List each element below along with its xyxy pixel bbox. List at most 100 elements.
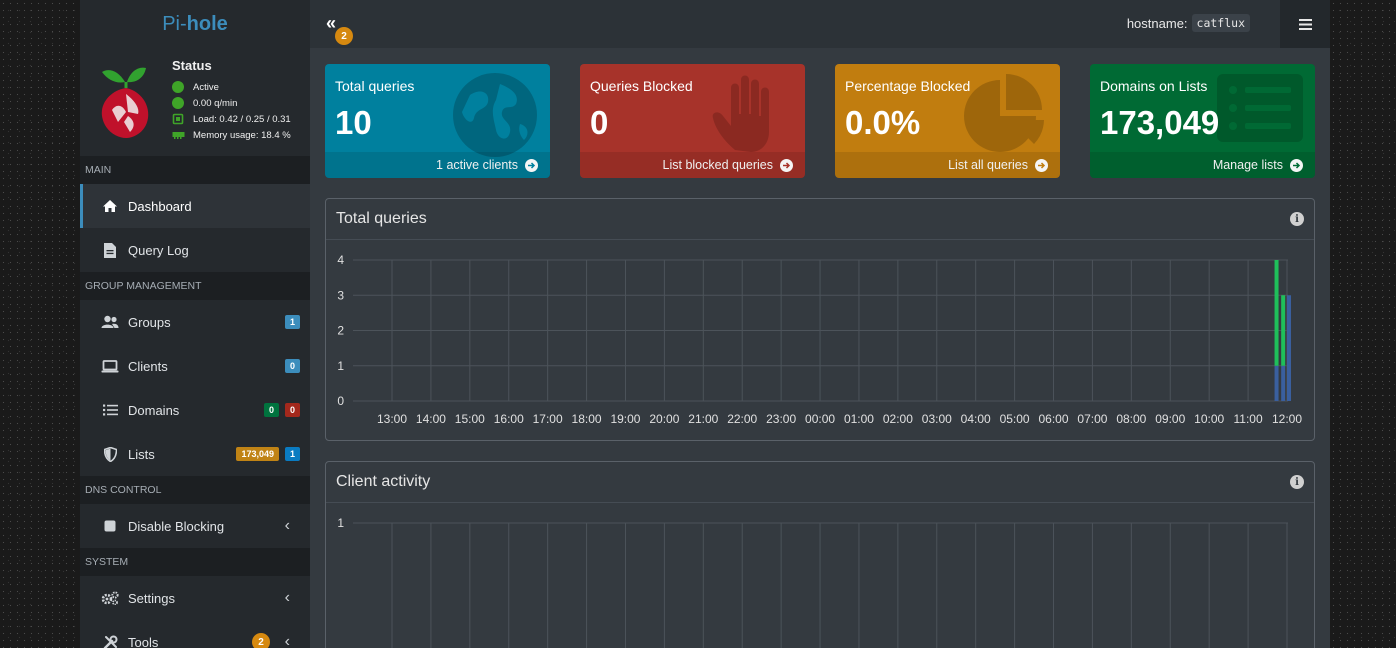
box-footer-label: 1 active clients — [436, 158, 518, 172]
toggle-notification-badge: 2 — [335, 27, 353, 45]
bar-segment — [1274, 365, 1279, 401]
x-tick-label: 20:00 — [649, 412, 679, 426]
sidebar-item-domains[interactable]: Domains 0 0 — [80, 388, 310, 432]
sidebar-item-label: Lists — [128, 446, 155, 462]
x-tick-label: 01:00 — [844, 412, 874, 426]
sidebar-item-dashboard[interactable]: Dashboard — [80, 184, 310, 228]
card-header: Total queries i — [326, 199, 1314, 240]
box-footer-link[interactable]: 1 active clients — [325, 152, 550, 178]
chevron-left-icon: ‹ — [284, 517, 290, 534]
angles-left-icon[interactable]: « — [326, 13, 336, 34]
domains-allow-badge: 0 — [263, 403, 279, 417]
x-tick-label: 08:00 — [1116, 412, 1146, 426]
x-tick-label: 11:00 — [1234, 412, 1263, 426]
status-block: Status Active 0.00 q/min Load: 0.42 / 0.… — [172, 58, 291, 143]
shield-icon — [100, 446, 120, 462]
lists-count-badge: 1 — [284, 447, 300, 461]
x-tick-label: 02:00 — [883, 412, 913, 426]
sidebar-item-query-log[interactable]: Query Log — [80, 228, 310, 272]
stop-icon — [100, 520, 120, 532]
sidebar-item-tools[interactable]: Tools 2 ‹ — [80, 620, 310, 648]
box-domains-on-lists: Domains on Lists 173,049 Manage lists — [1090, 64, 1315, 178]
x-tick-label: 12:00 — [1272, 412, 1302, 426]
box-title: Queries Blocked — [590, 78, 693, 94]
tools-icon — [100, 635, 120, 648]
box-title: Percentage Blocked — [845, 78, 971, 94]
x-tick-label: 17:00 — [533, 412, 563, 426]
sidebar-item-label: Dashboard — [128, 198, 192, 214]
sidebar-item-label: Settings — [128, 590, 175, 606]
arrow-circle-right-icon — [1290, 158, 1303, 172]
y-tick-label: 0 — [337, 394, 344, 408]
sidebar-item-clients[interactable]: Clients 0 — [80, 344, 310, 388]
section-system: SYSTEM — [80, 548, 310, 576]
box-footer-link[interactable]: List blocked queries — [580, 152, 805, 178]
gears-icon — [100, 591, 120, 605]
bar-segment — [1274, 260, 1279, 366]
x-tick-label: 05:00 — [1000, 412, 1030, 426]
hamburger-menu-button[interactable] — [1280, 0, 1330, 48]
status-panel: Status Active 0.00 q/min Load: 0.42 / 0.… — [80, 48, 310, 156]
card-header: Client activity i — [326, 462, 1314, 503]
sidebar-item-lists[interactable]: Lists 173,049 1 — [80, 432, 310, 476]
laptop-icon — [100, 359, 120, 373]
memory-icon — [172, 132, 185, 139]
section-main: MAIN — [80, 156, 310, 184]
card-client-activity: Client activity i 1 — [325, 461, 1315, 648]
card-title: Total queries — [336, 210, 427, 227]
file-icon — [100, 242, 120, 258]
sidebar-item-label: Disable Blocking — [128, 518, 225, 534]
domains-deny-badge: 0 — [284, 403, 300, 417]
section-dns-control: DNS CONTROL — [80, 476, 310, 504]
box-footer-link[interactable]: Manage lists — [1090, 152, 1315, 178]
pie-chart-icon — [964, 74, 1044, 152]
box-footer-link[interactable]: List all queries — [835, 152, 1060, 178]
x-tick-label: 00:00 — [805, 412, 835, 426]
clients-count-badge: 0 — [284, 359, 300, 373]
arrow-circle-right-icon — [525, 158, 538, 172]
sidebar-item-label: Groups — [128, 314, 171, 330]
box-value: 173,049 — [1100, 104, 1220, 141]
status-rate-label: 0.00 q/min — [193, 97, 238, 109]
status-load: Load: 0.42 / 0.25 / 0.31 — [172, 111, 291, 127]
box-percentage-blocked: Percentage Blocked 0.0% List all queries — [835, 64, 1060, 178]
main-content: Total queries 1 0 1 active clients Querie… — [310, 48, 1330, 648]
status-active[interactable]: Active — [172, 79, 291, 95]
sidebar-item-groups[interactable]: Groups 1 — [80, 300, 310, 344]
box-value: 0.0% — [845, 104, 921, 141]
users-icon — [100, 315, 120, 329]
x-tick-label: 22:00 — [727, 412, 757, 426]
total-queries-chart: 0 1 2 3 4 13:00 14:00 15:00 16:00 17:00 18:00 19:00… — [337, 253, 1302, 426]
sidebar-item-settings[interactable]: Settings ‹ — [80, 576, 310, 620]
tools-notification-badge: 2 — [252, 633, 270, 648]
list-icon — [100, 404, 120, 416]
x-tick-label: 09:00 — [1155, 412, 1185, 426]
status-load-label: Load: 0.42 / 0.25 / 0.31 — [193, 113, 291, 125]
top-navbar: « 2 hostname: catflux — [310, 0, 1330, 48]
sidebar-item-label: Tools — [128, 634, 159, 648]
pihole-logo-icon — [101, 67, 149, 138]
info-icon[interactable]: i — [1290, 475, 1304, 489]
y-tick-label: 1 — [337, 359, 344, 373]
hostname-display: hostname: catflux — [1127, 14, 1250, 32]
sidebar: Pi-hole Status Active 0.00 q/min Load: 0… — [80, 0, 310, 648]
sidebar-item-label: Query Log — [128, 242, 189, 258]
x-tick-label: 13:00 — [377, 412, 407, 426]
box-footer-label: Manage lists — [1212, 158, 1283, 172]
box-footer-label: List blocked queries — [662, 158, 773, 172]
chevron-left-icon: ‹ — [284, 589, 290, 606]
sidebar-item-disable-blocking[interactable]: Disable Blocking ‹ — [80, 504, 310, 548]
cpu-icon — [172, 113, 184, 125]
section-group-management: GROUP MANAGEMENT — [80, 272, 310, 300]
bar-segment — [1287, 295, 1291, 401]
info-icon[interactable]: i — [1290, 212, 1304, 226]
brand-logo-text[interactable]: Pi-hole — [80, 0, 310, 48]
x-tick-label: 18:00 — [572, 412, 602, 426]
x-tick-label: 14:00 — [416, 412, 446, 426]
hand-icon — [712, 75, 769, 152]
home-icon — [100, 199, 120, 213]
arrow-circle-right-icon — [780, 158, 793, 172]
sidebar-item-label: Clients — [128, 358, 168, 374]
hamburger-icon — [1298, 18, 1312, 30]
sidebar-item-label: Domains — [128, 402, 180, 418]
